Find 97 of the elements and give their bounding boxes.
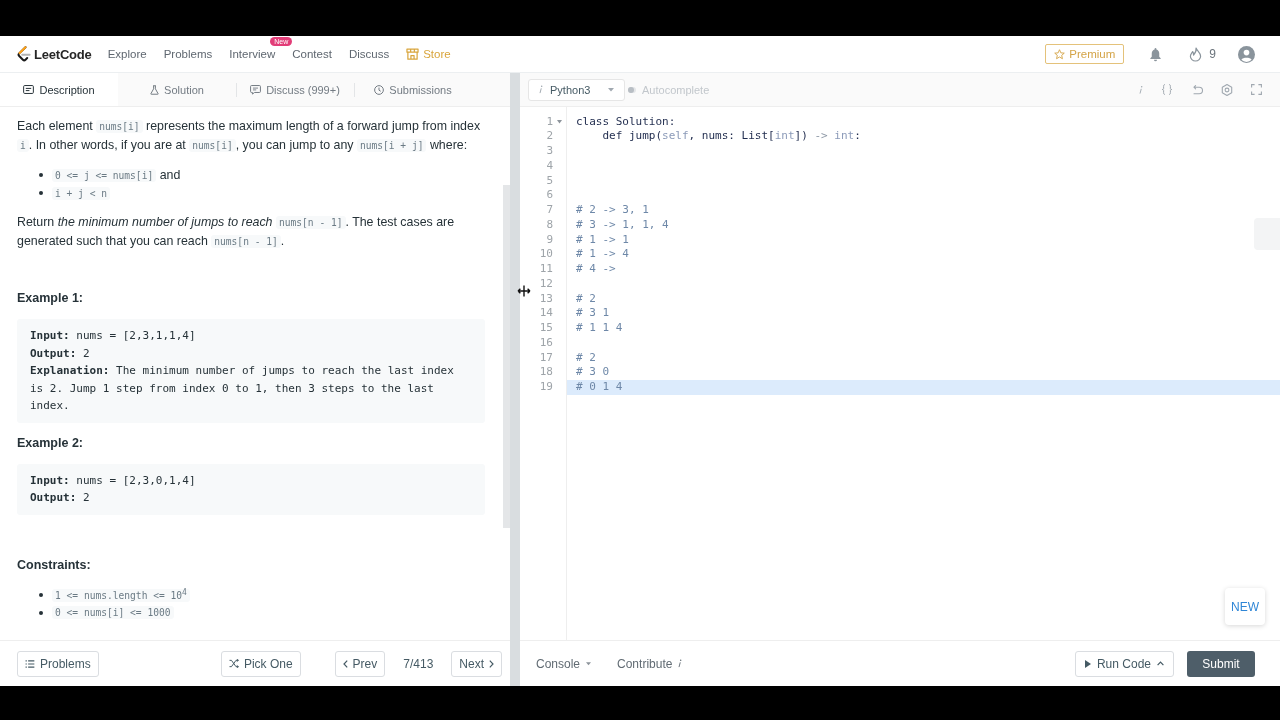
code-line: # 3 0 xyxy=(575,365,611,380)
flask-icon xyxy=(150,84,160,95)
nav-link[interactable]: Discuss xyxy=(348,48,390,60)
line-number: 4 xyxy=(545,158,553,174)
caret-up-icon xyxy=(1157,661,1164,666)
next-button[interactable]: Next xyxy=(451,650,502,677)
fold-caret-icon[interactable] xyxy=(557,119,562,124)
example-line: Output: 2 xyxy=(30,490,91,506)
line-number: 1 xyxy=(545,114,553,130)
example-line: Output: 2 xyxy=(30,345,91,362)
code-line: # 3 1 xyxy=(575,306,611,321)
line-number: 18 xyxy=(538,365,553,380)
settings-icon[interactable] xyxy=(1221,83,1233,96)
tab[interactable]: Discuss (999+) xyxy=(236,73,354,106)
bullet-icon xyxy=(39,592,43,597)
nav-link[interactable]: Interview xyxy=(229,48,276,60)
logo-icon[interactable] xyxy=(17,45,31,63)
constraints-title: Constraints: xyxy=(17,556,92,574)
tab[interactable]: Solution xyxy=(118,73,236,106)
chevron-right-icon xyxy=(489,659,494,668)
prev-button[interactable]: Prev xyxy=(334,650,386,677)
undo-icon[interactable] xyxy=(1191,84,1203,95)
tab[interactable]: Description xyxy=(0,73,118,106)
problem-position: 7/413 xyxy=(403,656,434,671)
run-code-button[interactable]: Run Code xyxy=(1074,650,1174,677)
console-button[interactable]: Console xyxy=(536,656,592,671)
code-line: # 1 1 4 xyxy=(575,321,624,336)
line-number: 3 xyxy=(545,144,553,159)
example-line: Input: nums = [2,3,0,1,4] xyxy=(30,472,197,489)
description-paragraph: Each element nums[i] represents the maximum length of a forward jump from index i . In other words, if you are at nums[i] , you can jump to any nums[i + j] where: xyxy=(17,118,482,154)
line-number: 15 xyxy=(538,321,553,336)
fullscreen-icon[interactable] xyxy=(1251,84,1262,95)
chat-icon xyxy=(250,84,262,95)
code-line: def jump(self, nums: List[int]) -> int: xyxy=(601,129,862,144)
clock-icon xyxy=(374,84,385,95)
line-number: 13 xyxy=(538,291,553,307)
bell-icon[interactable] xyxy=(1148,46,1164,62)
new-button[interactable]: NEW xyxy=(1225,588,1265,625)
caret-icon xyxy=(608,87,614,92)
code-line: # 2 xyxy=(575,291,597,307)
bullet-icon xyxy=(39,610,43,615)
document-icon xyxy=(23,85,35,94)
line-number: 9 xyxy=(545,232,553,248)
code-line: # 2 xyxy=(575,350,597,366)
list-item-text: 0 <= nums[i] <= 1000 xyxy=(52,603,174,622)
caret-icon xyxy=(586,661,592,666)
line-number: 10 xyxy=(538,247,553,262)
line-number: 12 xyxy=(538,276,553,292)
example-title: Example 2: xyxy=(17,434,84,452)
line-number: 11 xyxy=(538,262,553,277)
star-icon xyxy=(1054,48,1066,60)
line-number: 19 xyxy=(538,380,553,395)
flame-icon xyxy=(1189,46,1203,62)
line-number: 5 xyxy=(545,173,553,189)
example-line: Input: nums = [2,3,1,1,4] xyxy=(30,328,197,344)
nav-link[interactable]: Explore xyxy=(107,48,147,60)
info-icon xyxy=(538,85,543,94)
info-icon xyxy=(677,659,683,668)
submit-button[interactable]: Submit xyxy=(1187,650,1255,677)
pick-one-button[interactable]: Pick One xyxy=(220,650,301,677)
logo-text[interactable]: LeetCode xyxy=(34,46,92,62)
scrollbar-thumb[interactable] xyxy=(503,185,510,528)
example-title: Example 1: xyxy=(17,290,84,307)
store-icon xyxy=(406,48,420,60)
line-number: 14 xyxy=(538,306,553,321)
contribute-button[interactable]: Contribute xyxy=(617,656,683,671)
code-line: # 2 -> 3, 1 xyxy=(575,203,650,218)
avatar-icon[interactable] xyxy=(1238,45,1255,63)
chevron-left-icon xyxy=(342,659,348,668)
tab[interactable]: Submissions xyxy=(354,73,472,106)
bullet-icon xyxy=(39,173,43,177)
line-number: 2 xyxy=(545,129,553,144)
play-icon xyxy=(1084,659,1091,668)
problems-button[interactable]: Problems xyxy=(17,650,99,677)
example-line: Explanation: The minimum number of jumps to reach the last index is 2. Jump 1 step from index 0 to 1, then 3 steps to the last index. xyxy=(30,363,455,414)
code-line: # 3 -> 1, 1, 4 xyxy=(575,217,670,233)
braces-icon[interactable] xyxy=(1161,84,1173,95)
bullet-icon xyxy=(39,191,43,195)
shuffle-icon xyxy=(228,659,239,668)
description-paragraph: Return the minimum number of jumps to reach nums[n - 1] . The test cases are generated such that you can reach nums[n - 1] . xyxy=(17,214,456,250)
line-number: 8 xyxy=(545,217,553,233)
nav-link[interactable]: Problems xyxy=(163,48,213,60)
autocomplete-toggle[interactable] xyxy=(628,86,636,93)
language-dropdown[interactable]: Python3 xyxy=(528,78,625,101)
code-line: # 1 -> 4 xyxy=(575,247,630,262)
line-number: 16 xyxy=(538,335,553,351)
nav-link[interactable]: Contest xyxy=(292,48,332,60)
line-number: 17 xyxy=(538,350,553,366)
info-icon[interactable] xyxy=(1138,84,1143,95)
resize-cursor-icon xyxy=(517,285,531,297)
line-number: 7 xyxy=(545,203,553,218)
code-line: # 1 -> 1 xyxy=(575,232,630,248)
streak-button[interactable]: 9 xyxy=(1189,46,1216,62)
line-number: 6 xyxy=(545,188,553,203)
code-line: class Solution: xyxy=(575,114,677,130)
list-icon xyxy=(25,659,35,668)
code-line: # 4 -> xyxy=(575,262,617,277)
